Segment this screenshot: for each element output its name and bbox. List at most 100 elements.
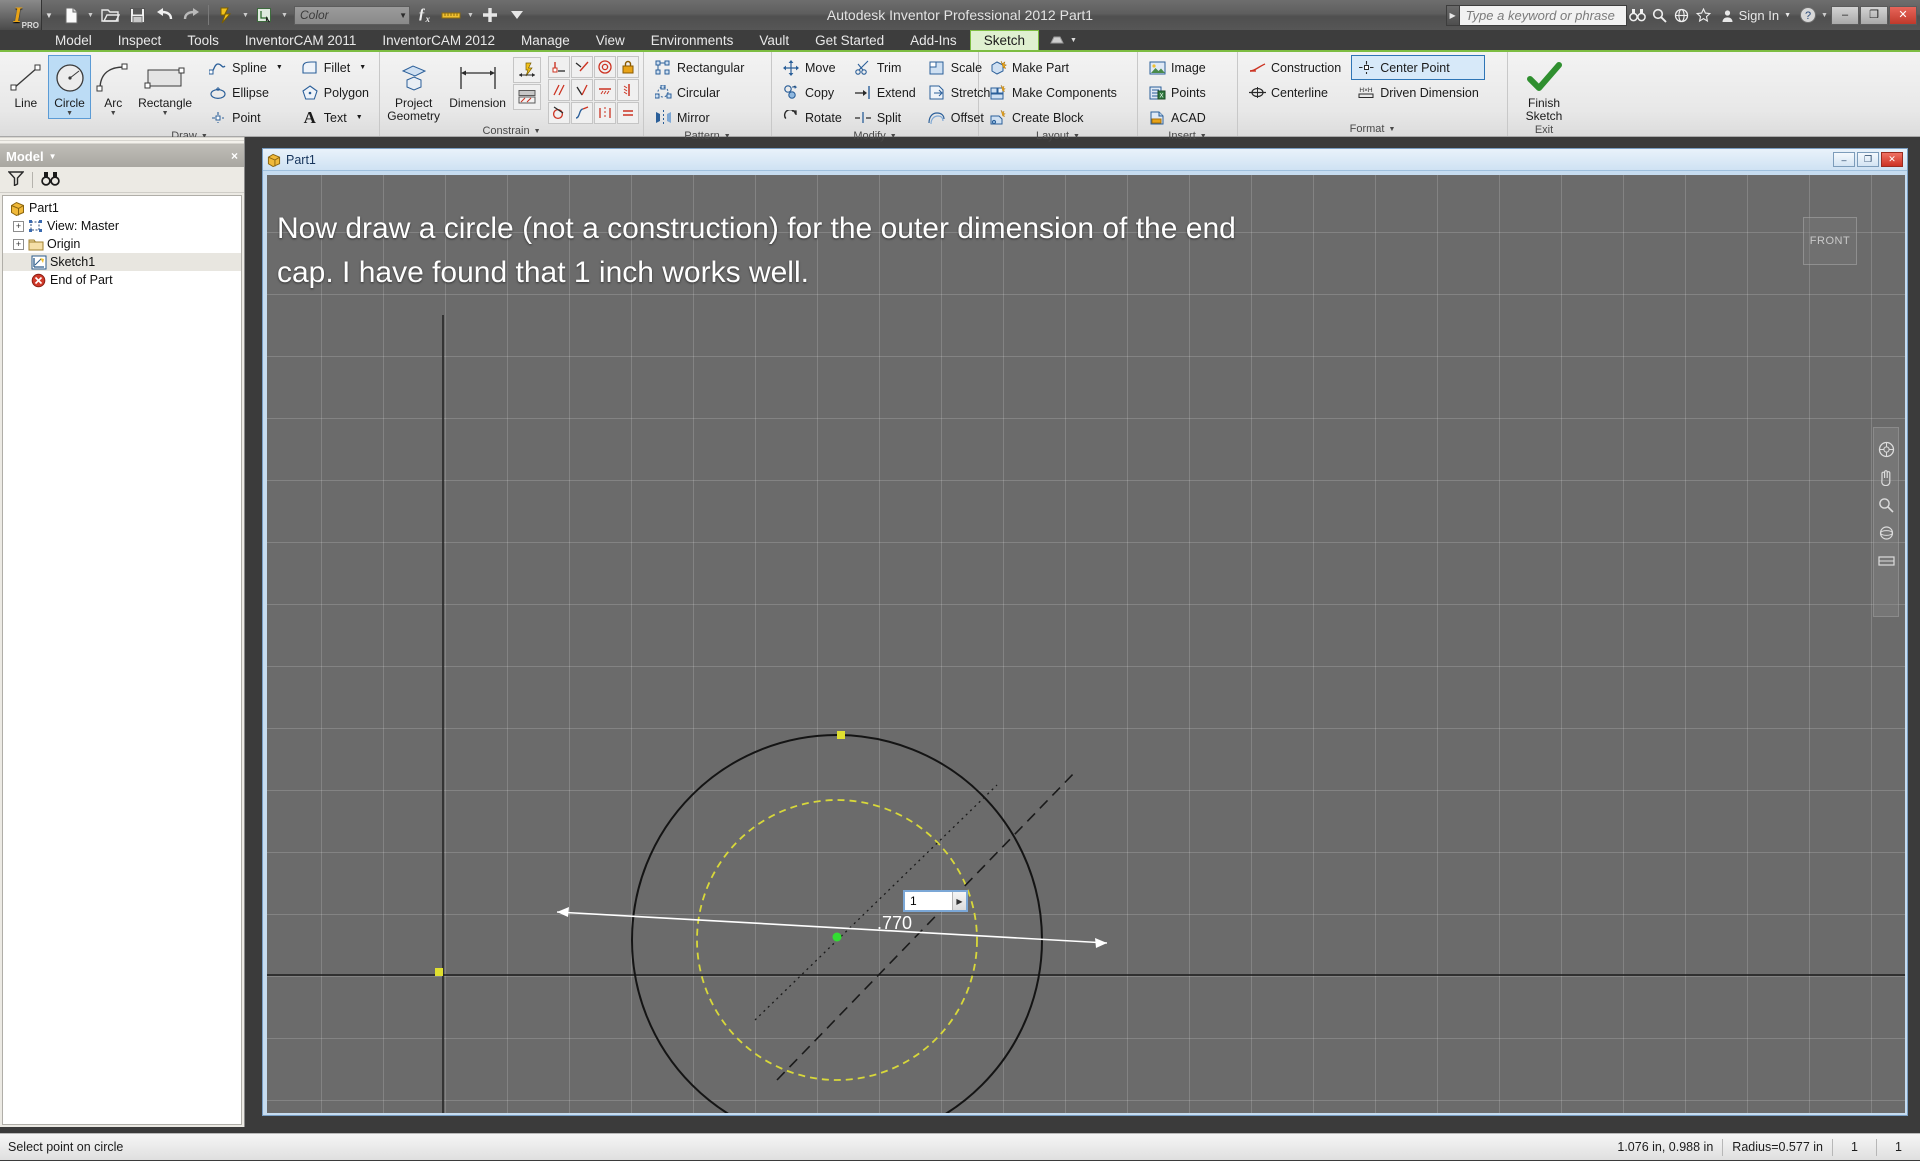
model-tree[interactable]: Part1 + View: Master + Origin Sketch1 <box>2 195 242 1125</box>
coincident-icon[interactable] <box>548 56 570 78</box>
undo-icon[interactable] <box>151 2 177 28</box>
modify-split-button[interactable]: Split <box>848 105 922 130</box>
draw-ellipse-button[interactable]: Ellipse <box>203 80 289 105</box>
browser-title-caret-icon[interactable]: ▼ <box>49 152 57 161</box>
ribbon-display-options[interactable]: ▼ <box>1039 30 1087 50</box>
concentric-icon[interactable] <box>594 56 616 78</box>
find-icon[interactable] <box>1627 1 1649 29</box>
document-restore-button[interactable]: ❐ <box>1857 152 1879 167</box>
measure-caret-icon[interactable]: ▼ <box>465 2 476 28</box>
browser-close-icon[interactable]: × <box>231 149 238 163</box>
help-question-icon[interactable]: ? <box>1797 1 1819 29</box>
browser-grip[interactable] <box>0 137 244 145</box>
draw-arc-button[interactable]: Arc ▼ <box>91 55 135 119</box>
view-cube[interactable]: FRONT <box>1803 217 1857 265</box>
tree-item-view-master[interactable]: + View: Master <box>3 217 241 235</box>
qat-overflow-icon[interactable] <box>504 2 530 28</box>
perpendicular-icon[interactable] <box>571 79 593 101</box>
insert-image-button[interactable]: Image <box>1142 55 1212 80</box>
help-globe-icon[interactable] <box>1671 1 1693 29</box>
window-close-button[interactable]: ✕ <box>1889 6 1917 25</box>
orbit-icon[interactable] <box>1877 524 1895 542</box>
sketch-canvas[interactable]: Now draw a circle (not a construction) f… <box>267 175 1905 1113</box>
tree-expander-origin[interactable]: + <box>13 239 24 250</box>
zoom-icon[interactable] <box>1877 496 1895 514</box>
full-navigation-wheel-icon[interactable] <box>1877 440 1895 458</box>
tree-item-sketch1[interactable]: Sketch1 <box>3 253 241 271</box>
horizontal-icon[interactable] <box>594 79 616 101</box>
search-input[interactable]: Type a keyword or phrase <box>1460 5 1627 26</box>
select-icon[interactable] <box>252 2 278 28</box>
open-file-icon[interactable] <box>97 2 123 28</box>
binoculars-icon[interactable] <box>41 171 60 189</box>
tree-item-end-of-part[interactable]: End of Part <box>3 271 241 289</box>
show-constraints-icon[interactable] <box>513 84 541 110</box>
modify-trim-button[interactable]: Trim <box>848 55 922 80</box>
pattern-circular-button[interactable]: Circular <box>648 80 750 105</box>
parameters-icon[interactable]: ƒx <box>411 2 437 28</box>
format-centerline-button[interactable]: Centerline <box>1242 80 1347 105</box>
select-caret-icon[interactable]: ▼ <box>279 2 290 28</box>
navigation-bar[interactable] <box>1873 427 1899 617</box>
fix-icon[interactable] <box>617 56 639 78</box>
draw-rectangle-button[interactable]: Rectangle ▼ <box>135 55 195 119</box>
draw-fillet-button[interactable]: Fillet ▼ <box>295 55 375 80</box>
modify-move-button[interactable]: Move <box>776 55 848 80</box>
tree-item-origin[interactable]: + Origin <box>3 235 241 253</box>
pattern-rectangular-button[interactable]: Rectangular <box>648 55 750 80</box>
draw-fillet-caret-icon[interactable]: ▼ <box>359 64 366 71</box>
new-file-caret-icon[interactable]: ▼ <box>85 2 96 28</box>
tab-sketch[interactable]: Sketch <box>970 30 1039 50</box>
draw-circle-caret-icon[interactable]: ▼ <box>66 110 73 118</box>
search-dropdown-icon[interactable]: ▶ <box>1446 5 1460 26</box>
project-geometry-button[interactable]: Project Geometry <box>384 55 443 124</box>
draw-spline-button[interactable]: Spline ▼ <box>203 55 289 80</box>
help-caret-icon[interactable]: ▼ <box>1819 2 1830 28</box>
tab-add-ins[interactable]: Add-Ins <box>897 30 970 50</box>
look-at-icon[interactable] <box>1877 552 1895 570</box>
tab-manage[interactable]: Manage <box>508 30 583 50</box>
window-minimize-button[interactable]: – <box>1831 6 1859 25</box>
add-icon[interactable] <box>477 2 503 28</box>
draw-text-button[interactable]: A Text ▼ <box>295 105 375 130</box>
draw-polygon-button[interactable]: Polygon <box>295 80 375 105</box>
pattern-mirror-button[interactable]: Mirror <box>648 105 750 130</box>
tree-item-part1[interactable]: Part1 <box>3 199 241 217</box>
save-icon[interactable] <box>124 2 150 28</box>
application-menu-caret-icon[interactable]: ▼ <box>42 0 56 30</box>
filter-icon[interactable] <box>8 171 24 189</box>
equal-icon[interactable] <box>617 102 639 124</box>
measure-icon[interactable] <box>438 2 464 28</box>
insert-acad-button[interactable]: ACAD <box>1142 105 1212 130</box>
tab-inventorcam-2012[interactable]: InventorCAM 2012 <box>369 30 508 50</box>
search-magnifier-icon[interactable] <box>1649 1 1671 29</box>
draw-text-caret-icon[interactable]: ▼ <box>356 114 363 121</box>
smooth-icon[interactable] <box>571 102 593 124</box>
layout-make-part-button[interactable]: Make Part <box>983 55 1123 80</box>
format-construction-button[interactable]: Construction <box>1242 55 1347 80</box>
document-minimize-button[interactable]: – <box>1833 152 1855 167</box>
format-center-point-button[interactable]: Center Point <box>1351 55 1485 80</box>
layout-create-block-button[interactable]: Create Block <box>983 105 1123 130</box>
insert-points-button[interactable]: X Points <box>1142 80 1212 105</box>
sign-in-button[interactable]: Sign In ▼ <box>1715 8 1797 23</box>
dimension-spinner-icon[interactable]: ▶ <box>952 892 966 910</box>
help-search[interactable]: ▶ Type a keyword or phrase <box>1446 4 1627 26</box>
vertical-icon[interactable] <box>617 79 639 101</box>
tab-environments[interactable]: Environments <box>638 30 747 50</box>
parallel-icon[interactable] <box>548 79 570 101</box>
window-maximize-button[interactable]: ❐ <box>1860 6 1888 25</box>
draw-line-button[interactable]: Line <box>4 55 48 111</box>
finish-sketch-button[interactable]: Finish Sketch <box>1513 55 1575 124</box>
tab-inspect[interactable]: Inspect <box>105 30 175 50</box>
tab-model[interactable]: Model <box>42 30 105 50</box>
modify-copy-button[interactable]: Copy <box>776 80 848 105</box>
modify-extend-button[interactable]: Extend <box>848 80 922 105</box>
draw-arc-caret-icon[interactable]: ▼ <box>110 110 117 118</box>
tangent-icon[interactable] <box>548 102 570 124</box>
tab-get-started[interactable]: Get Started <box>802 30 897 50</box>
tab-tools[interactable]: Tools <box>174 30 232 50</box>
pan-hand-icon[interactable] <box>1877 468 1895 486</box>
update-caret-icon[interactable]: ▼ <box>240 2 251 28</box>
tab-inventorcam-2011[interactable]: InventorCAM 2011 <box>232 30 370 50</box>
